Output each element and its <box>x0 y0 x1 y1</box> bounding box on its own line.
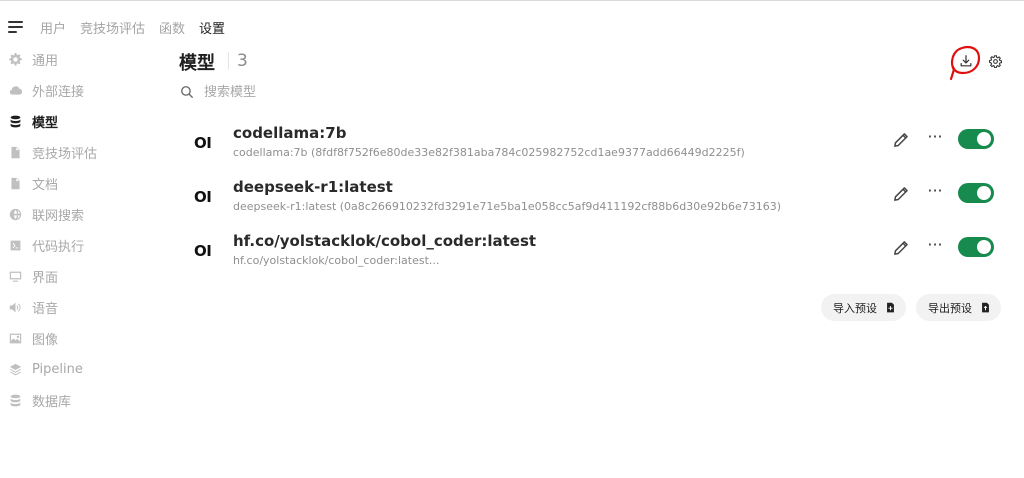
document-icon <box>8 177 22 191</box>
title-divider <box>228 52 229 70</box>
window-top-border <box>0 0 1024 3</box>
pencil-icon[interactable] <box>892 239 910 257</box>
cloud-icon <box>8 84 22 98</box>
code-terminal-icon <box>8 239 22 253</box>
speaker-icon <box>8 301 22 315</box>
sidebar-item-connections[interactable]: 外部连接 <box>8 75 158 106</box>
export-presets-button[interactable]: 导出预设 <box>916 294 1001 321</box>
more-options-icon[interactable]: ··· <box>924 237 946 256</box>
sidebar-item-label: 数据库 <box>32 395 72 410</box>
tab-functions[interactable]: 函数 <box>159 18 185 37</box>
model-name[interactable]: deepseek-r1:latest <box>233 178 393 196</box>
sidebar-item-label: 通用 <box>32 54 59 69</box>
file-export-icon <box>982 302 989 313</box>
database-icon <box>8 115 22 129</box>
sidebar-item-label: 联网搜索 <box>32 209 85 224</box>
sidebar-item-general[interactable]: 通用 <box>8 44 158 75</box>
model-count: 3 <box>237 51 248 71</box>
model-logo: OI <box>194 188 212 206</box>
model-name[interactable]: hf.co/yolstacklok/cobol_coder:latest <box>233 232 536 250</box>
sidebar-item-label: 代码执行 <box>32 240 85 255</box>
list-item: OI hf.co/yolstacklok/cobol_coder:latest … <box>180 232 1010 280</box>
list-item: OI deepseek-r1:latest deepseek-r1:latest… <box>180 178 1010 226</box>
monitor-icon <box>8 270 22 284</box>
model-enabled-toggle[interactable] <box>958 129 994 149</box>
sidebar-item-interface[interactable]: 界面 <box>8 261 158 292</box>
pencil-icon[interactable] <box>892 185 910 203</box>
hamburger-menu-icon[interactable] <box>8 18 26 36</box>
image-icon <box>8 332 22 346</box>
database-icon <box>8 394 22 408</box>
list-item: OI codellama:7b codellama:7b (8fdf8f752f… <box>180 124 1010 172</box>
import-presets-label: 导入预设 <box>833 301 877 315</box>
more-options-icon[interactable]: ··· <box>924 129 946 148</box>
sidebar-item-database[interactable]: 数据库 <box>8 385 158 416</box>
sidebar-item-label: 界面 <box>32 271 59 286</box>
model-logo: OI <box>194 134 212 152</box>
sidebar-item-label: Pipeline <box>32 362 83 377</box>
pencil-icon[interactable] <box>892 131 910 149</box>
toggle-knob <box>977 240 991 254</box>
sidebar-item-label: 外部连接 <box>32 85 85 100</box>
model-name[interactable]: codellama:7b <box>233 124 346 142</box>
layers-icon <box>8 363 22 377</box>
sidebar-item-code-execution[interactable]: 代码执行 <box>8 230 158 261</box>
import-presets-button[interactable]: 导入预设 <box>821 294 906 321</box>
page-title: 模型 <box>179 53 215 74</box>
search-icon <box>181 86 193 98</box>
sidebar-item-images[interactable]: 图像 <box>8 323 158 354</box>
model-detail: deepseek-r1:latest (0a8c266910232fd3291e… <box>233 200 782 213</box>
more-options-icon[interactable]: ··· <box>924 183 946 202</box>
settings-sidebar: 通用 外部连接 模型 竞技场评估 文档 联网搜索 代码执行 界面 语音 图像 P… <box>8 44 158 416</box>
sidebar-item-label: 竞技场评估 <box>32 147 98 162</box>
model-enabled-toggle[interactable] <box>958 183 994 203</box>
sidebar-item-label: 文档 <box>32 178 59 193</box>
gear-icon <box>8 53 22 67</box>
sidebar-item-models[interactable]: 模型 <box>8 106 158 137</box>
sidebar-item-web-search[interactable]: 联网搜索 <box>8 199 158 230</box>
search-input[interactable] <box>204 81 704 103</box>
sidebar-item-pipelines[interactable]: Pipeline <box>8 354 158 385</box>
sidebar-item-label: 模型 <box>32 116 59 131</box>
gear-icon[interactable] <box>986 52 1004 70</box>
export-presets-label: 导出预设 <box>928 301 972 315</box>
sidebar-item-documents[interactable]: 文档 <box>8 168 158 199</box>
file-import-icon <box>887 302 894 313</box>
top-nav: 用户 竞技场评估 函数 设置 <box>8 16 239 38</box>
globe-icon <box>8 208 22 222</box>
sidebar-item-label: 图像 <box>32 333 59 348</box>
tab-settings[interactable]: 设置 <box>199 18 225 37</box>
model-detail: codellama:7b (8fdf8f752f6e80de33e82f381a… <box>233 146 745 159</box>
document-icon <box>8 146 22 160</box>
model-logo: OI <box>194 242 212 260</box>
toggle-knob <box>977 186 991 200</box>
tab-users[interactable]: 用户 <box>40 18 66 37</box>
download-icon[interactable] <box>955 50 977 72</box>
toggle-knob <box>977 132 991 146</box>
model-detail: hf.co/yolstacklok/cobol_coder:latest... <box>233 254 440 267</box>
sidebar-item-audio[interactable]: 语音 <box>8 292 158 323</box>
tab-arena-evaluation[interactable]: 竞技场评估 <box>80 18 145 37</box>
sidebar-item-arena-evaluation[interactable]: 竞技场评估 <box>8 137 158 168</box>
model-enabled-toggle[interactable] <box>958 237 994 257</box>
sidebar-item-label: 语音 <box>32 302 59 317</box>
